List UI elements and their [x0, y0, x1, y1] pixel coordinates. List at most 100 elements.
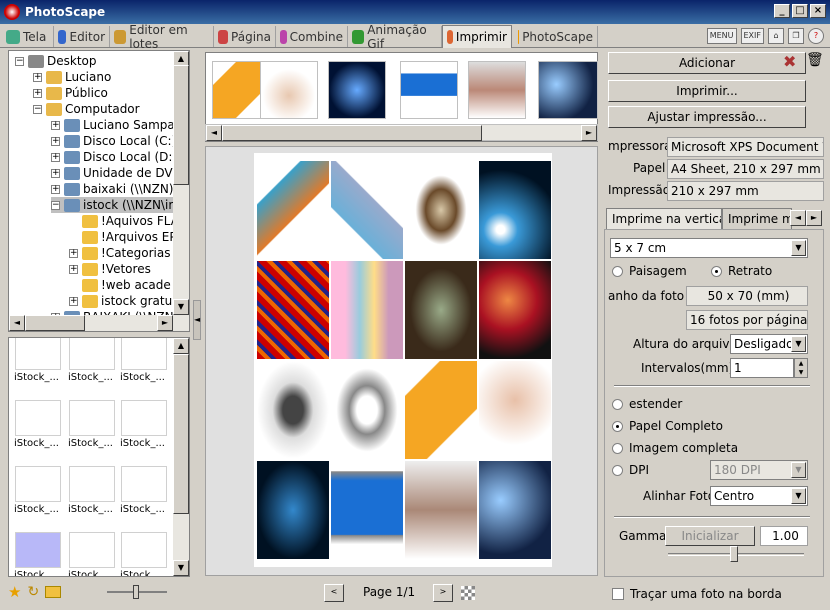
- tree-item[interactable]: + baixaki (\\NZN): [51, 181, 173, 197]
- tree-item[interactable]: + Unidade de DVD: [51, 165, 182, 181]
- exif-button[interactable]: EXIF: [740, 28, 764, 44]
- star-icon[interactable]: ★: [8, 583, 21, 601]
- scroll-down-icon[interactable]: ▼: [173, 560, 189, 576]
- expand-icon[interactable]: +: [69, 296, 78, 306]
- prev-page-button[interactable]: <: [324, 584, 344, 602]
- thumbnail[interactable]: [121, 400, 167, 436]
- thumbnail[interactable]: [69, 400, 115, 436]
- tree-item[interactable]: − Desktop: [15, 53, 97, 69]
- tree-item[interactable]: − istock (\\NZN\ir: [51, 197, 174, 213]
- tab-combine[interactable]: Combine: [276, 26, 348, 47]
- print-photo-cell[interactable]: [331, 461, 403, 559]
- tree-item[interactable]: + !Vetores: [69, 261, 151, 277]
- print-photo-cell[interactable]: [257, 261, 329, 359]
- menu-button[interactable]: MENU: [706, 28, 737, 44]
- minimize-button[interactable]: _: [774, 4, 790, 18]
- thumbnail[interactable]: [15, 338, 61, 370]
- expand-icon[interactable]: +: [51, 152, 60, 162]
- collapse-icon[interactable]: −: [15, 56, 24, 66]
- full-paper-radio[interactable]: Papel Completo: [612, 419, 723, 433]
- expand-icon[interactable]: +: [69, 264, 78, 274]
- expand-icon[interactable]: +: [33, 88, 42, 98]
- transparency-grid-icon[interactable]: [461, 586, 475, 600]
- tab-print-multi[interactable]: Imprime mi: [722, 208, 792, 230]
- gamma-slider[interactable]: [668, 546, 804, 562]
- tree-item[interactable]: + !Categorias: [69, 245, 170, 261]
- print-photo-cell[interactable]: [479, 361, 551, 459]
- expand-icon[interactable]: +: [51, 120, 60, 130]
- thumbnail[interactable]: [121, 532, 167, 568]
- print-photo-cell[interactable]: [331, 161, 403, 259]
- tab-editor[interactable]: Editor: [54, 26, 110, 47]
- thumbs-vertical-scrollbar[interactable]: ▲ ▼: [173, 338, 189, 576]
- expand-icon[interactable]: +: [51, 184, 60, 194]
- dpi-select[interactable]: 180 DPI ▼: [710, 460, 808, 480]
- trash-icon[interactable]: 🗑: [806, 52, 824, 68]
- next-page-button[interactable]: >: [433, 584, 453, 602]
- tab-tela[interactable]: Tela: [2, 26, 54, 47]
- expand-icon[interactable]: +: [51, 168, 60, 178]
- expand-icon[interactable]: +: [33, 72, 42, 82]
- print-photo-cell[interactable]: [405, 461, 477, 559]
- scroll-left-icon[interactable]: ◄: [9, 315, 25, 331]
- print-photo-cell[interactable]: [405, 361, 477, 459]
- scroll-right-icon[interactable]: ►: [157, 315, 173, 331]
- scroll-up-icon[interactable]: ▲: [173, 338, 189, 354]
- thumbnail[interactable]: [69, 532, 115, 568]
- full-image-radio[interactable]: Imagem completa: [612, 441, 738, 455]
- gamma-slider-handle[interactable]: [730, 546, 738, 562]
- print-button[interactable]: Imprimir...: [608, 80, 806, 102]
- help-icon[interactable]: ?: [808, 28, 824, 44]
- print-photo-cell[interactable]: [331, 361, 403, 459]
- scroll-thumb[interactable]: [173, 65, 189, 185]
- strip-thumb-network[interactable]: [538, 61, 598, 119]
- folder-icon[interactable]: [45, 586, 62, 598]
- strip-scrollbar[interactable]: ◄ ►: [205, 124, 598, 141]
- tab-gif-animation[interactable]: Animação Gif: [348, 23, 442, 51]
- thumbnail[interactable]: [15, 466, 61, 502]
- thumbnail[interactable]: [15, 532, 61, 568]
- print-photo-cell[interactable]: [405, 261, 477, 359]
- print-photo-cell[interactable]: [257, 461, 329, 559]
- print-photo-cell[interactable]: [405, 161, 477, 259]
- expand-icon[interactable]: +: [69, 248, 78, 258]
- align-photo-select[interactable]: Centro ▼: [710, 486, 808, 506]
- tab-print[interactable]: Imprimir: [442, 25, 512, 48]
- home-icon[interactable]: ⌂: [768, 28, 784, 44]
- tree-vertical-scrollbar[interactable]: ▲ ▼: [173, 51, 189, 315]
- print-photo-cell[interactable]: [257, 161, 329, 259]
- adjust-print-button[interactable]: Ajustar impressão...: [608, 106, 806, 128]
- thumbnail[interactable]: [69, 338, 115, 370]
- remove-x-icon[interactable]: ✖: [783, 52, 796, 71]
- tab-print-vertical[interactable]: Imprime na vertical: [606, 208, 722, 231]
- scroll-down-icon[interactable]: ▼: [173, 299, 189, 315]
- checkbox-box[interactable]: [612, 588, 624, 600]
- hscroll-thumb[interactable]: [25, 315, 85, 331]
- tab-photoscape[interactable]: PhotoScape: [514, 26, 598, 47]
- file-height-select[interactable]: Desligado ▼: [730, 334, 808, 354]
- strip-thumb-globe[interactable]: [328, 61, 386, 119]
- thumbnail[interactable]: [15, 400, 61, 436]
- print-photo-cell[interactable]: [479, 461, 551, 559]
- strip-thumb-monitor[interactable]: [400, 61, 458, 119]
- tree-item[interactable]: + Disco Local (D:): [51, 149, 177, 165]
- folder-tree[interactable]: − Desktop + Luciano + Público − Computador + Luci…: [8, 50, 190, 332]
- strip-thumb-hands[interactable]: [260, 61, 318, 119]
- tree-item[interactable]: + Público: [33, 85, 108, 101]
- print-photo-cell[interactable]: [257, 361, 329, 459]
- scroll-left-icon[interactable]: ◄: [206, 125, 222, 141]
- tree-item[interactable]: !Arquivos EP: [69, 229, 177, 245]
- thumbnail[interactable]: [121, 338, 167, 370]
- tree-item[interactable]: + Disco Local (C:): [51, 133, 176, 149]
- thumbnail-grid[interactable]: iStock_... iStock_... iStock_... iStock_...…: [8, 337, 190, 577]
- portrait-radio[interactable]: Retrato: [711, 264, 772, 278]
- gamma-reset-button[interactable]: Inicializar: [665, 526, 755, 546]
- tab-page[interactable]: Página: [214, 26, 276, 47]
- border-checkbox[interactable]: Traçar uma foto na borda: [612, 587, 782, 601]
- close-button[interactable]: ×: [810, 4, 826, 18]
- tree-item[interactable]: !Aquivos FLA: [69, 213, 179, 229]
- stretch-radio[interactable]: estender: [612, 397, 682, 411]
- refresh-icon[interactable]: ↻: [27, 584, 39, 600]
- copy-icon[interactable]: ❐: [788, 28, 804, 44]
- tree-item[interactable]: + Luciano Sampai: [51, 117, 178, 133]
